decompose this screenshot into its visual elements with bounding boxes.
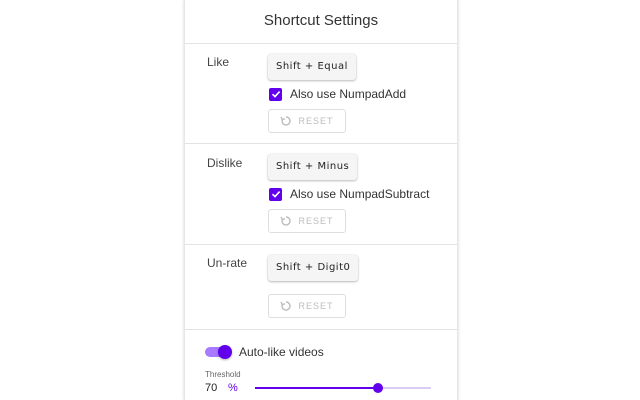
toggle-thumb — [218, 345, 232, 359]
unrate-reset-label: RESET — [298, 301, 334, 311]
dislike-shortcut-button[interactable]: Shift + Minus — [268, 154, 358, 180]
dislike-reset-label: RESET — [298, 216, 334, 226]
slider-fill — [255, 387, 379, 389]
checkmark-icon — [271, 91, 280, 98]
like-reset-button[interactable]: RESET — [268, 109, 346, 133]
reset-icon — [280, 301, 292, 311]
dislike-alt-checkbox[interactable] — [269, 187, 282, 201]
like-alt-checkbox[interactable] — [269, 87, 282, 101]
auto-like-label: Auto-like videos — [239, 345, 324, 359]
shortcut-settings-panel: Shortcut Settings Like Shift + Equal Als… — [184, 0, 458, 400]
dislike-reset-button[interactable]: RESET — [268, 209, 346, 233]
divider — [185, 329, 457, 330]
checkmark-icon — [271, 191, 280, 198]
slider-thumb[interactable] — [373, 383, 384, 393]
dislike-alt-checkbox-row[interactable]: Also use NumpadSubtract — [269, 186, 429, 202]
dislike-label: Dislike — [207, 156, 243, 170]
reset-icon — [280, 216, 292, 226]
threshold-label: Threshold — [205, 370, 241, 379]
divider — [185, 43, 457, 44]
divider — [185, 244, 457, 245]
like-alt-checkbox-row[interactable]: Also use NumpadAdd — [269, 86, 406, 102]
like-label: Like — [207, 55, 230, 69]
unrate-reset-button[interactable]: RESET — [268, 294, 346, 318]
threshold-slider[interactable] — [255, 382, 431, 394]
auto-like-row[interactable]: Auto-like videos — [205, 343, 324, 361]
unrate-shortcut-button[interactable]: Shift + Digit0 — [268, 255, 359, 281]
divider — [185, 143, 457, 144]
threshold-unit: % — [228, 382, 238, 394]
reset-icon — [280, 116, 292, 126]
dislike-alt-label: Also use NumpadSubtract — [290, 187, 430, 201]
page-title: Shortcut Settings — [263, 12, 379, 29]
like-reset-label: RESET — [298, 116, 334, 126]
auto-like-toggle[interactable] — [205, 344, 233, 360]
threshold-value[interactable]: 70 — [205, 382, 217, 394]
like-alt-label: Also use NumpadAdd — [290, 87, 407, 101]
like-shortcut-button[interactable]: Shift + Equal — [268, 54, 356, 80]
unrate-label: Un-rate — [207, 256, 248, 270]
